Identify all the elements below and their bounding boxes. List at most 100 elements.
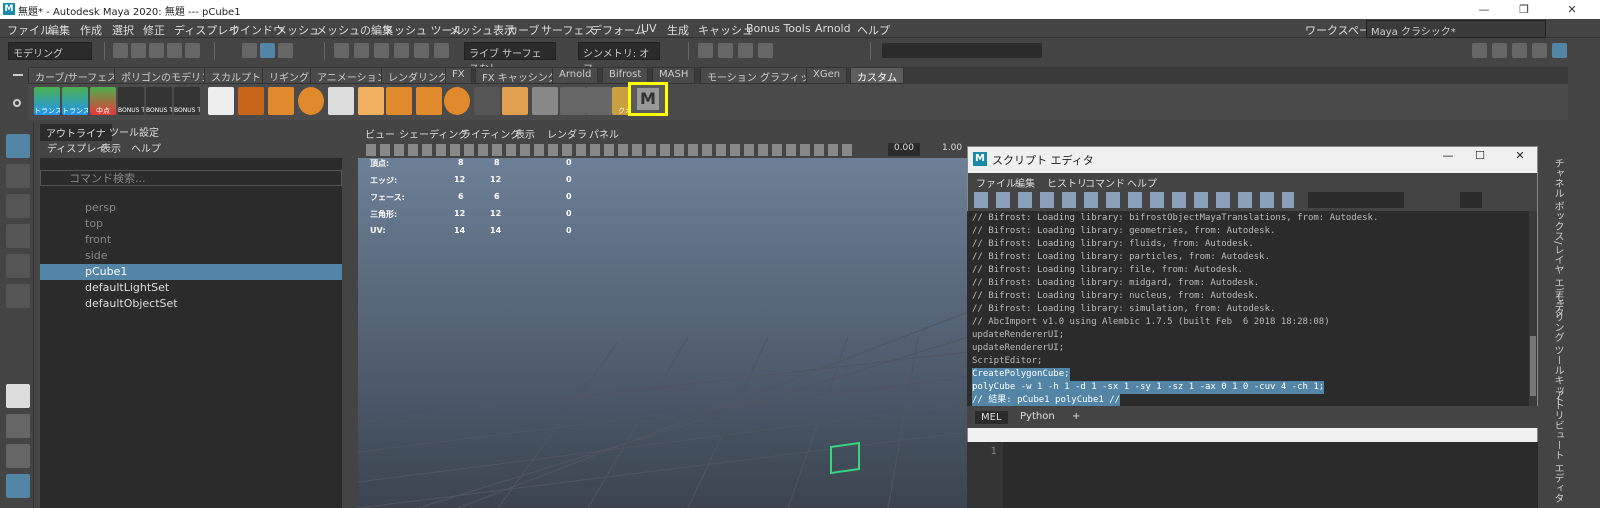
- tab-python[interactable]: Python: [1015, 411, 1060, 422]
- shelf-tab-custom[interactable]: カスタム: [850, 67, 904, 84]
- outliner-menu-help[interactable]: ヘルプ: [126, 140, 166, 155]
- script-search-input[interactable]: [1308, 192, 1404, 208]
- outliner-toggle-icon[interactable]: [1552, 43, 1567, 58]
- shelf-plane-icon[interactable]: [328, 87, 354, 115]
- shelf-bonus-vd-button[interactable]: BONUS TOOL VD: [118, 87, 144, 115]
- exposure-field[interactable]: 0.00: [888, 143, 920, 156]
- shelf-tab-rigging[interactable]: リギング: [262, 67, 316, 84]
- tab-attribute-editor[interactable]: アトリビュート エディタ: [1550, 390, 1565, 503]
- attribute-editor-toggle-icon[interactable]: [1512, 43, 1527, 58]
- ipr-render-icon[interactable]: [738, 43, 753, 58]
- symmetry-dropdown[interactable]: シンメトリ: オフ: [578, 42, 660, 75]
- menu-mesh-display[interactable]: メッシュ表示: [449, 22, 515, 38]
- snap-live-icon[interactable]: [434, 43, 449, 58]
- script-editor-minimize-button[interactable]: —: [1436, 149, 1460, 167]
- menu-set-dropdown[interactable]: モデリング: [8, 42, 92, 60]
- new-scene-icon[interactable]: [113, 43, 128, 58]
- shelf-align-icon[interactable]: [560, 87, 586, 115]
- script-editor-tool-icons[interactable]: [974, 192, 1294, 208]
- close-button[interactable]: ✕: [1552, 1, 1592, 18]
- shelf-tab-fx[interactable]: FX: [445, 67, 472, 84]
- shelf-extrude-icon[interactable]: [386, 87, 412, 115]
- shelf-bonus-el-button[interactable]: BONUS TOOL EL: [146, 87, 172, 115]
- snap-point-icon[interactable]: [374, 43, 389, 58]
- shelf-poly-icon[interactable]: [268, 87, 294, 115]
- menu-edit[interactable]: 編集: [48, 22, 70, 38]
- shelf-bounds-icon[interactable]: [586, 87, 612, 115]
- select-hierarchy-icon[interactable]: [242, 43, 257, 58]
- lasso-tool-icon[interactable]: [6, 164, 30, 188]
- script-editor-maximize-button[interactable]: ☐: [1468, 149, 1492, 167]
- shelf-tab-sculpt[interactable]: スカルプト: [204, 67, 268, 84]
- tab-modeling-toolkit[interactable]: モデリング ツールキット: [1550, 292, 1565, 405]
- viewport-menu-panels[interactable]: パネル: [584, 126, 624, 141]
- outliner-menu-show[interactable]: 表示: [96, 140, 126, 155]
- select-object-icon[interactable]: [260, 43, 275, 58]
- render-view-icon[interactable]: [698, 43, 713, 58]
- shelf-tab-rendering[interactable]: レンダリング: [381, 67, 455, 84]
- menu-file[interactable]: ファイル: [7, 22, 51, 38]
- tab-add[interactable]: +: [1067, 411, 1085, 422]
- menu-surfaces[interactable]: サーフェス: [541, 22, 595, 38]
- shelf-sphere-icon[interactable]: [298, 87, 324, 115]
- menu-help[interactable]: ヘルプ: [857, 22, 890, 38]
- render-frame-icon[interactable]: [718, 43, 733, 58]
- two-pane-layout-icon[interactable]: [6, 444, 30, 468]
- log-scrollbar-thumb[interactable]: [1530, 336, 1536, 396]
- gamma-field[interactable]: 1.00: [942, 143, 966, 156]
- select-tool-icon[interactable]: [6, 134, 30, 158]
- scale-tool-icon[interactable]: [6, 284, 30, 308]
- perspective-viewport[interactable]: 頂点: 8 8 0 エッジ: 12 12 0 フェース: 6 6 0 三角形: 12 12 0 UV: 1…: [358, 122, 968, 508]
- script-font-size-field[interactable]: [1460, 192, 1482, 208]
- tab-tool-settings[interactable]: ツール設定: [104, 124, 164, 139]
- shelf-bridge-icon[interactable]: [502, 87, 528, 115]
- move-tool-icon[interactable]: [6, 224, 30, 248]
- outliner-item-defaultlightset[interactable]: defaultLightSet: [40, 280, 342, 296]
- paint-select-tool-icon[interactable]: [6, 194, 30, 218]
- tab-mel[interactable]: MEL: [975, 411, 1008, 424]
- viewport-icon-bar[interactable]: [366, 144, 856, 156]
- tab-outliner[interactable]: アウトライナ: [40, 124, 112, 141]
- shelf-trans2-button[interactable]: トランス: [62, 87, 88, 115]
- highlighted-maya-m-button[interactable]: M: [628, 82, 668, 116]
- outliner-search-input[interactable]: コマンド検索...: [40, 170, 342, 186]
- shelf-trans-button[interactable]: トランス: [34, 87, 60, 115]
- shelf-script-icon[interactable]: [208, 87, 234, 115]
- shelf-settings-gear-icon[interactable]: [13, 99, 21, 107]
- redo-icon[interactable]: [185, 43, 200, 58]
- shelf-bonus-mpt-button[interactable]: BONUS TOOL MPtOa: [174, 87, 200, 115]
- menu-create[interactable]: 作成: [80, 22, 102, 38]
- save-scene-icon[interactable]: [149, 43, 164, 58]
- snap-view-icon[interactable]: [394, 43, 409, 58]
- shelf-cube-icon[interactable]: [358, 87, 384, 115]
- outliner-item-persp[interactable]: persp: [40, 200, 342, 216]
- script-editor-close-button[interactable]: ✕: [1508, 149, 1532, 167]
- outliner-layout-icon[interactable]: [6, 474, 30, 498]
- se-menu-edit[interactable]: 編集: [1010, 175, 1040, 190]
- menu-bonus-tools[interactable]: Bonus Tools: [746, 22, 811, 35]
- modeling-toolkit-toggle-icon[interactable]: [1492, 43, 1507, 58]
- outliner-item-top[interactable]: top: [40, 216, 342, 232]
- outliner-item-front[interactable]: front: [40, 232, 342, 248]
- shelf-split-icon[interactable]: [532, 87, 558, 115]
- outliner-item-side[interactable]: side: [40, 248, 342, 264]
- tool-settings-toggle-icon[interactable]: [1532, 43, 1547, 58]
- shelf-uv-icon[interactable]: [238, 87, 264, 115]
- se-menu-help[interactable]: ヘルプ: [1122, 175, 1162, 190]
- menu-uv[interactable]: UV: [641, 22, 657, 35]
- viewport-menu-show[interactable]: 表示: [510, 126, 540, 141]
- workspace-dropdown[interactable]: Maya クラシック*: [1366, 20, 1546, 38]
- log-scrollbar[interactable]: [1529, 211, 1537, 406]
- channel-box-toggle-icon[interactable]: [1472, 43, 1487, 58]
- render-settings-icon[interactable]: [758, 43, 773, 58]
- shelf-tab-curves[interactable]: カーブ/サーフェス: [28, 67, 125, 84]
- undo-icon[interactable]: [167, 43, 182, 58]
- login-field[interactable]: [882, 43, 1042, 58]
- script-input-area[interactable]: 1: [967, 442, 1538, 508]
- snap-surface-icon[interactable]: [414, 43, 429, 58]
- menu-cache[interactable]: キャッシュ: [698, 22, 753, 38]
- menu-select[interactable]: 選択: [112, 22, 134, 38]
- outliner-item-defaultobjectset[interactable]: defaultObjectSet: [40, 296, 342, 312]
- minimize-button[interactable]: —: [1464, 1, 1504, 18]
- shelf-bevel-icon[interactable]: [416, 87, 442, 115]
